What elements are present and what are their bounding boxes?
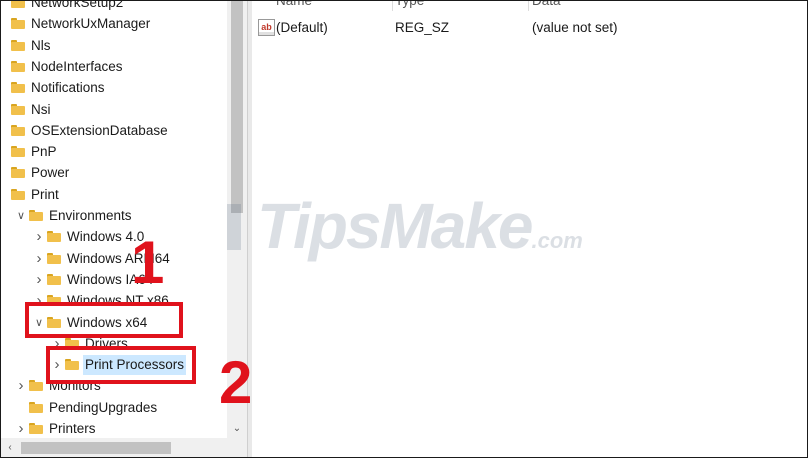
tree-item[interactable]: Power [1, 163, 227, 183]
column-header-name[interactable]: Name [276, 1, 312, 10]
folder-icon [11, 167, 25, 179]
folder-icon [11, 82, 25, 94]
tree-item-label: PendingUpgrades [49, 399, 158, 415]
scroll-down-icon[interactable]: ⌄ [227, 420, 247, 438]
chevron-right-icon[interactable]: › [33, 227, 45, 247]
tree-item[interactable]: NetworkSetup2 [1, 1, 227, 13]
folder-icon [11, 1, 25, 8]
column-divider[interactable] [528, 1, 529, 11]
chevron-right-icon[interactable]: › [15, 419, 27, 438]
tree-item-label: Power [31, 165, 70, 181]
column-header-data[interactable]: Data [532, 1, 561, 10]
tree-item-label: Environments [49, 208, 132, 223]
folder-icon [29, 423, 43, 434]
tree-item[interactable]: PnP [1, 142, 227, 162]
tree-item-label: Printers [49, 421, 96, 436]
tree-item-label: Notifications [31, 80, 105, 96]
tree-vertical-scroll-thumb[interactable] [231, 1, 243, 213]
tipsmake-watermark: TipsMake.com [257, 189, 583, 263]
folder-icon [11, 103, 25, 115]
tree-item-label: NetworkUxManager [31, 16, 151, 32]
tree-item[interactable]: Print [1, 185, 227, 205]
string-value-icon: ab [258, 19, 275, 36]
registry-editor-window: NetworkSetup2 NetworkUxManager Nls NodeInte… [0, 0, 808, 458]
folder-icon [11, 60, 25, 72]
folder-icon [47, 252, 61, 264]
tree-item[interactable]: Nls [1, 36, 227, 56]
tree-item[interactable]: › Printers [1, 419, 227, 438]
value-type: REG_SZ [395, 20, 450, 35]
value-name: (Default) [276, 20, 328, 35]
watermark-bar [227, 204, 241, 250]
folder-icon [47, 273, 61, 285]
tree-item[interactable]: › Windows ARM64 [1, 249, 227, 269]
watermark-main: TipsMake [257, 190, 533, 262]
tree-item-label: NodeInterfaces [31, 58, 123, 74]
folder-icon [29, 210, 43, 221]
highlight-box-windows-x64 [25, 302, 183, 338]
folder-icon [11, 39, 25, 51]
folder-icon [11, 124, 25, 136]
tree-horizontal-scrollbar[interactable]: ‹ [1, 438, 247, 457]
annotation-number-2: 2 [219, 349, 253, 416]
tree-item-label: Nls [31, 37, 51, 53]
column-header-type[interactable]: Type [395, 1, 424, 10]
folder-icon [29, 401, 43, 413]
tree-item-label: OSExtensionDatabase [31, 122, 168, 138]
tree-item-label: NetworkSetup2 [31, 1, 124, 10]
chevron-right-icon[interactable]: › [33, 270, 45, 290]
folder-icon [29, 380, 43, 392]
tree-item-label: PnP [31, 144, 57, 160]
chevron-right-icon[interactable]: › [33, 249, 45, 269]
tree-item[interactable]: NetworkUxManager [1, 14, 227, 34]
tree-item[interactable]: NodeInterfaces [1, 57, 227, 77]
tree-item-label: Print [31, 186, 59, 202]
chevron-right-icon[interactable]: › [15, 376, 27, 396]
folder-icon [11, 18, 25, 30]
tree-item[interactable]: OSExtensionDatabase [1, 121, 227, 141]
tree-item[interactable]: › Windows 4.0 [1, 227, 227, 247]
chevron-down-icon[interactable]: ∨ [15, 206, 27, 226]
folder-icon [11, 146, 25, 158]
tree-horizontal-scroll-thumb[interactable] [21, 442, 171, 454]
tree-item-label: Nsi [31, 101, 51, 117]
value-data: (value not set) [532, 20, 618, 35]
tree-item[interactable]: › Windows IA64 [1, 270, 227, 290]
tree-item[interactable]: PendingUpgrades [1, 398, 227, 418]
tree-item[interactable]: ∨ Environments [1, 206, 227, 226]
highlight-box-print-processors [46, 346, 196, 384]
folder-icon [11, 188, 25, 200]
watermark-suffix: .com [531, 228, 583, 253]
tree-item[interactable]: Nsi [1, 100, 227, 120]
folder-icon [47, 231, 61, 243]
value-row-default[interactable]: ab (Default) REG_SZ (value not set) [252, 18, 802, 38]
annotation-number-1: 1 [131, 229, 165, 296]
scroll-left-icon[interactable]: ‹ [1, 438, 19, 457]
column-divider[interactable] [392, 1, 393, 11]
tree-item[interactable]: Notifications [1, 78, 227, 98]
